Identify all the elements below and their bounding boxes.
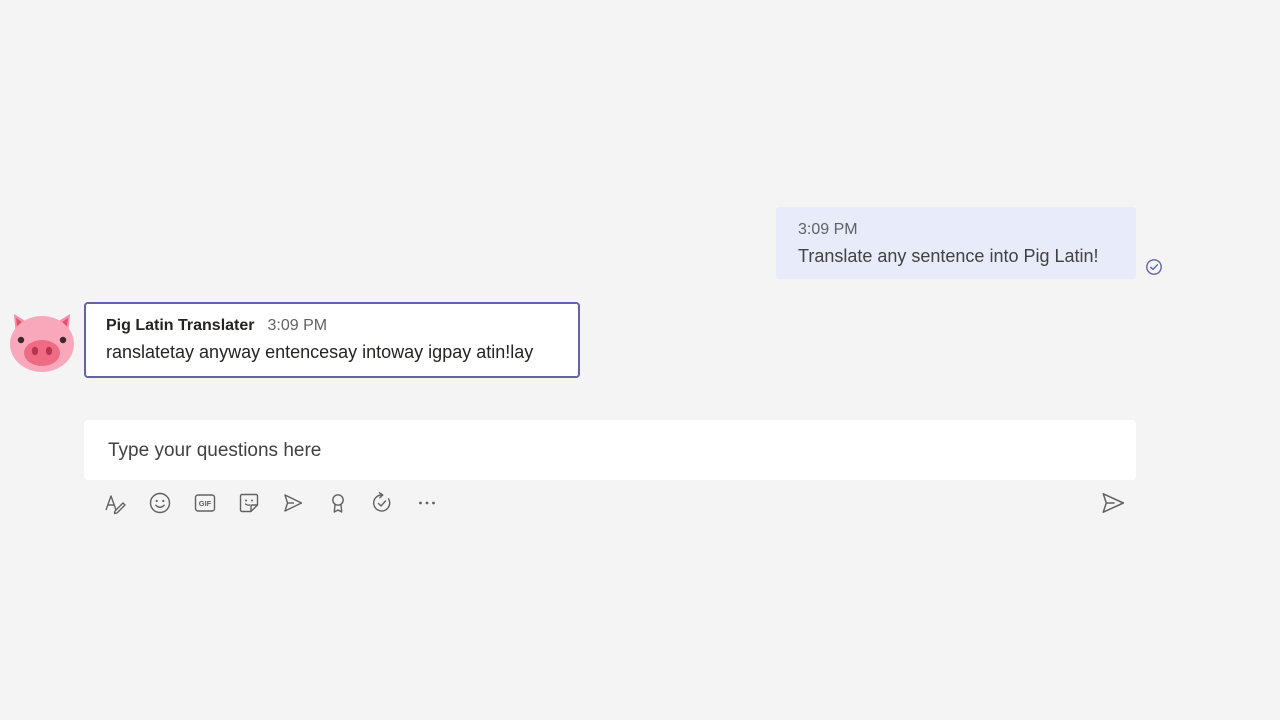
format-icon[interactable] (100, 489, 130, 517)
loop-icon[interactable] (367, 489, 397, 517)
bot-message-card[interactable]: Pig Latin Translater 3:09 PM ranslatetay… (84, 302, 580, 378)
sent-message-bubble[interactable]: 3:09 PM Translate any sentence into Pig … (776, 207, 1136, 279)
bot-message-header: Pig Latin Translater 3:09 PM (106, 316, 558, 336)
pig-face-icon[interactable] (8, 310, 76, 374)
meet-now-icon[interactable] (278, 489, 308, 517)
sticker-icon[interactable] (234, 489, 264, 517)
compose-box[interactable] (84, 420, 1136, 482)
message-input[interactable] (106, 420, 1118, 482)
svg-text:GIF: GIF (199, 499, 212, 508)
more-options-icon[interactable] (412, 489, 442, 517)
emoji-icon[interactable] (145, 489, 175, 517)
sent-message-time: 3:09 PM (798, 221, 858, 238)
sent-check-icon (1145, 258, 1163, 276)
send-icon[interactable] (1098, 489, 1128, 517)
gif-icon[interactable]: GIF (190, 489, 220, 517)
bot-message-time: 3:09 PM (267, 317, 328, 334)
bot-author-name: Pig Latin Translater (106, 317, 255, 334)
praise-icon[interactable] (323, 489, 353, 517)
bot-message-text: ranslatetay anyway entencesay intoway ig… (106, 342, 534, 362)
sent-message-text: Translate any sentence into Pig Latin! (798, 246, 1099, 266)
